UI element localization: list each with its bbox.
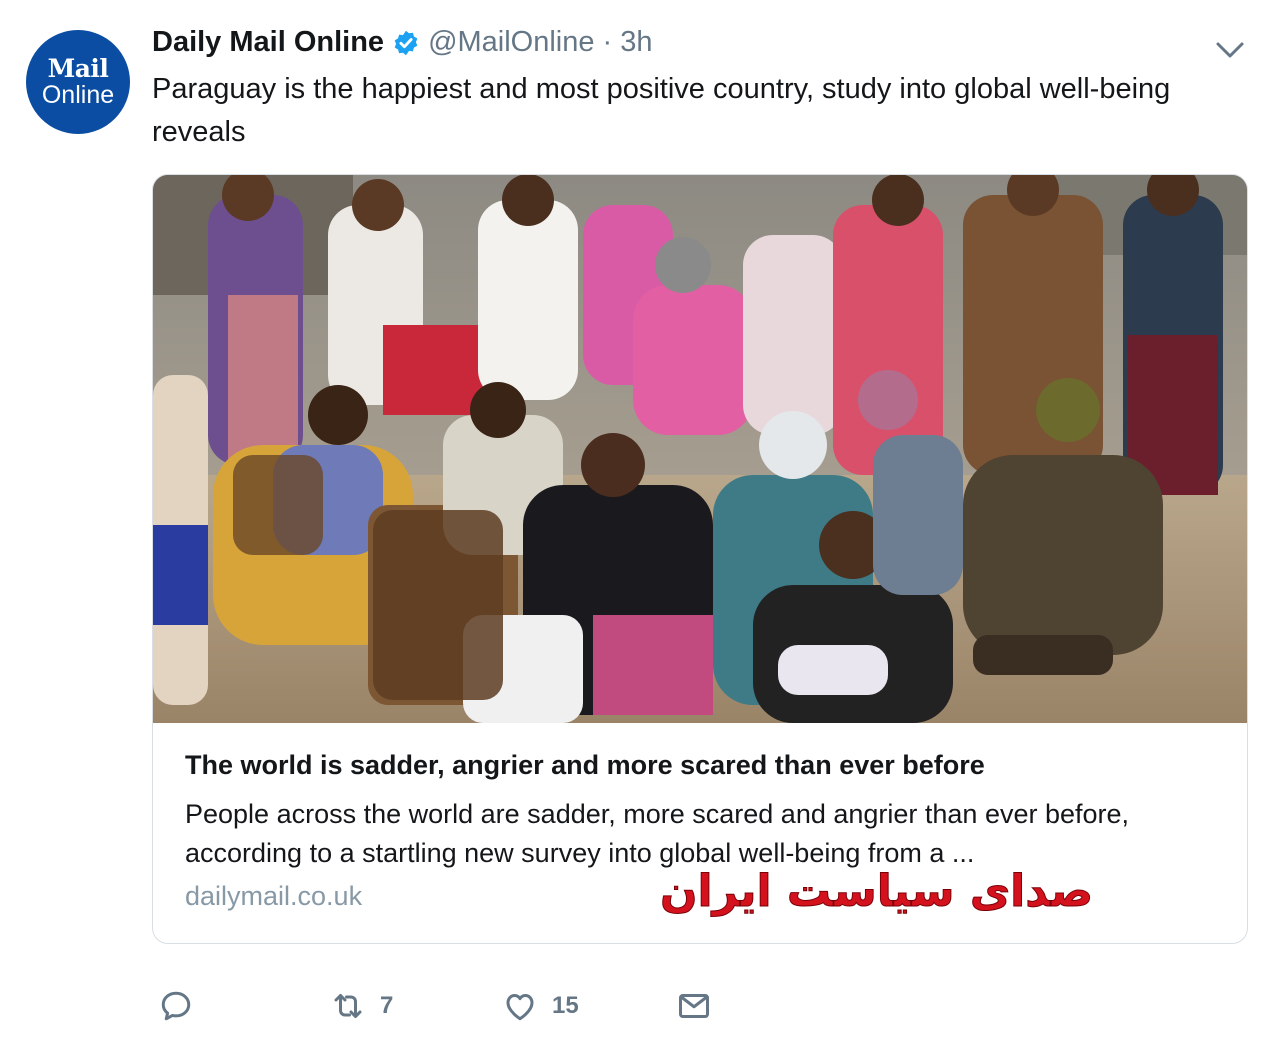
avatar[interactable]: Mail Online [26, 30, 130, 134]
link-card[interactable]: The world is sadder, angrier and more sc… [152, 174, 1248, 944]
tweet-header: Daily Mail Online @MailOnline · 3h [152, 26, 652, 59]
like-button[interactable]: 15 [502, 988, 579, 1024]
card-description: People across the world are sadder, more… [185, 799, 1130, 868]
handle[interactable]: @MailOnline [428, 26, 594, 59]
reply-icon [161, 991, 191, 1021]
card-domain[interactable]: dailymail.co.uk [185, 881, 362, 912]
retweet-icon [334, 994, 362, 1018]
retweet-count: 7 [380, 992, 394, 1019]
display-name[interactable]: Daily Mail Online [152, 26, 384, 59]
tweet-actions: 7 15 [158, 988, 758, 1028]
envelope-icon [679, 994, 709, 1018]
avatar-logo-bottom: Online [41, 81, 115, 109]
heart-icon [506, 994, 534, 1021]
photo-crowd-image [153, 175, 1247, 723]
reply-button[interactable] [158, 988, 208, 1024]
separator-dot: · [602, 26, 613, 58]
card-title[interactable]: The world is sadder, angrier and more sc… [185, 750, 985, 781]
avatar-logo-top: Mail [47, 54, 109, 83]
verified-badge-icon [394, 30, 418, 55]
direct-message-button[interactable] [676, 988, 712, 1024]
tweet-text: Paraguay is the happiest and most positi… [152, 73, 1171, 148]
retweet-button[interactable]: 7 [330, 988, 393, 1024]
chevron-down-icon[interactable] [1212, 38, 1248, 62]
watermark-text: صدای سیاست ایران [659, 866, 1094, 918]
timestamp[interactable]: 3h [620, 26, 652, 59]
tweet: Mail Online Daily Mail Online @MailOnlin… [0, 0, 1280, 1045]
like-count: 15 [552, 992, 579, 1019]
